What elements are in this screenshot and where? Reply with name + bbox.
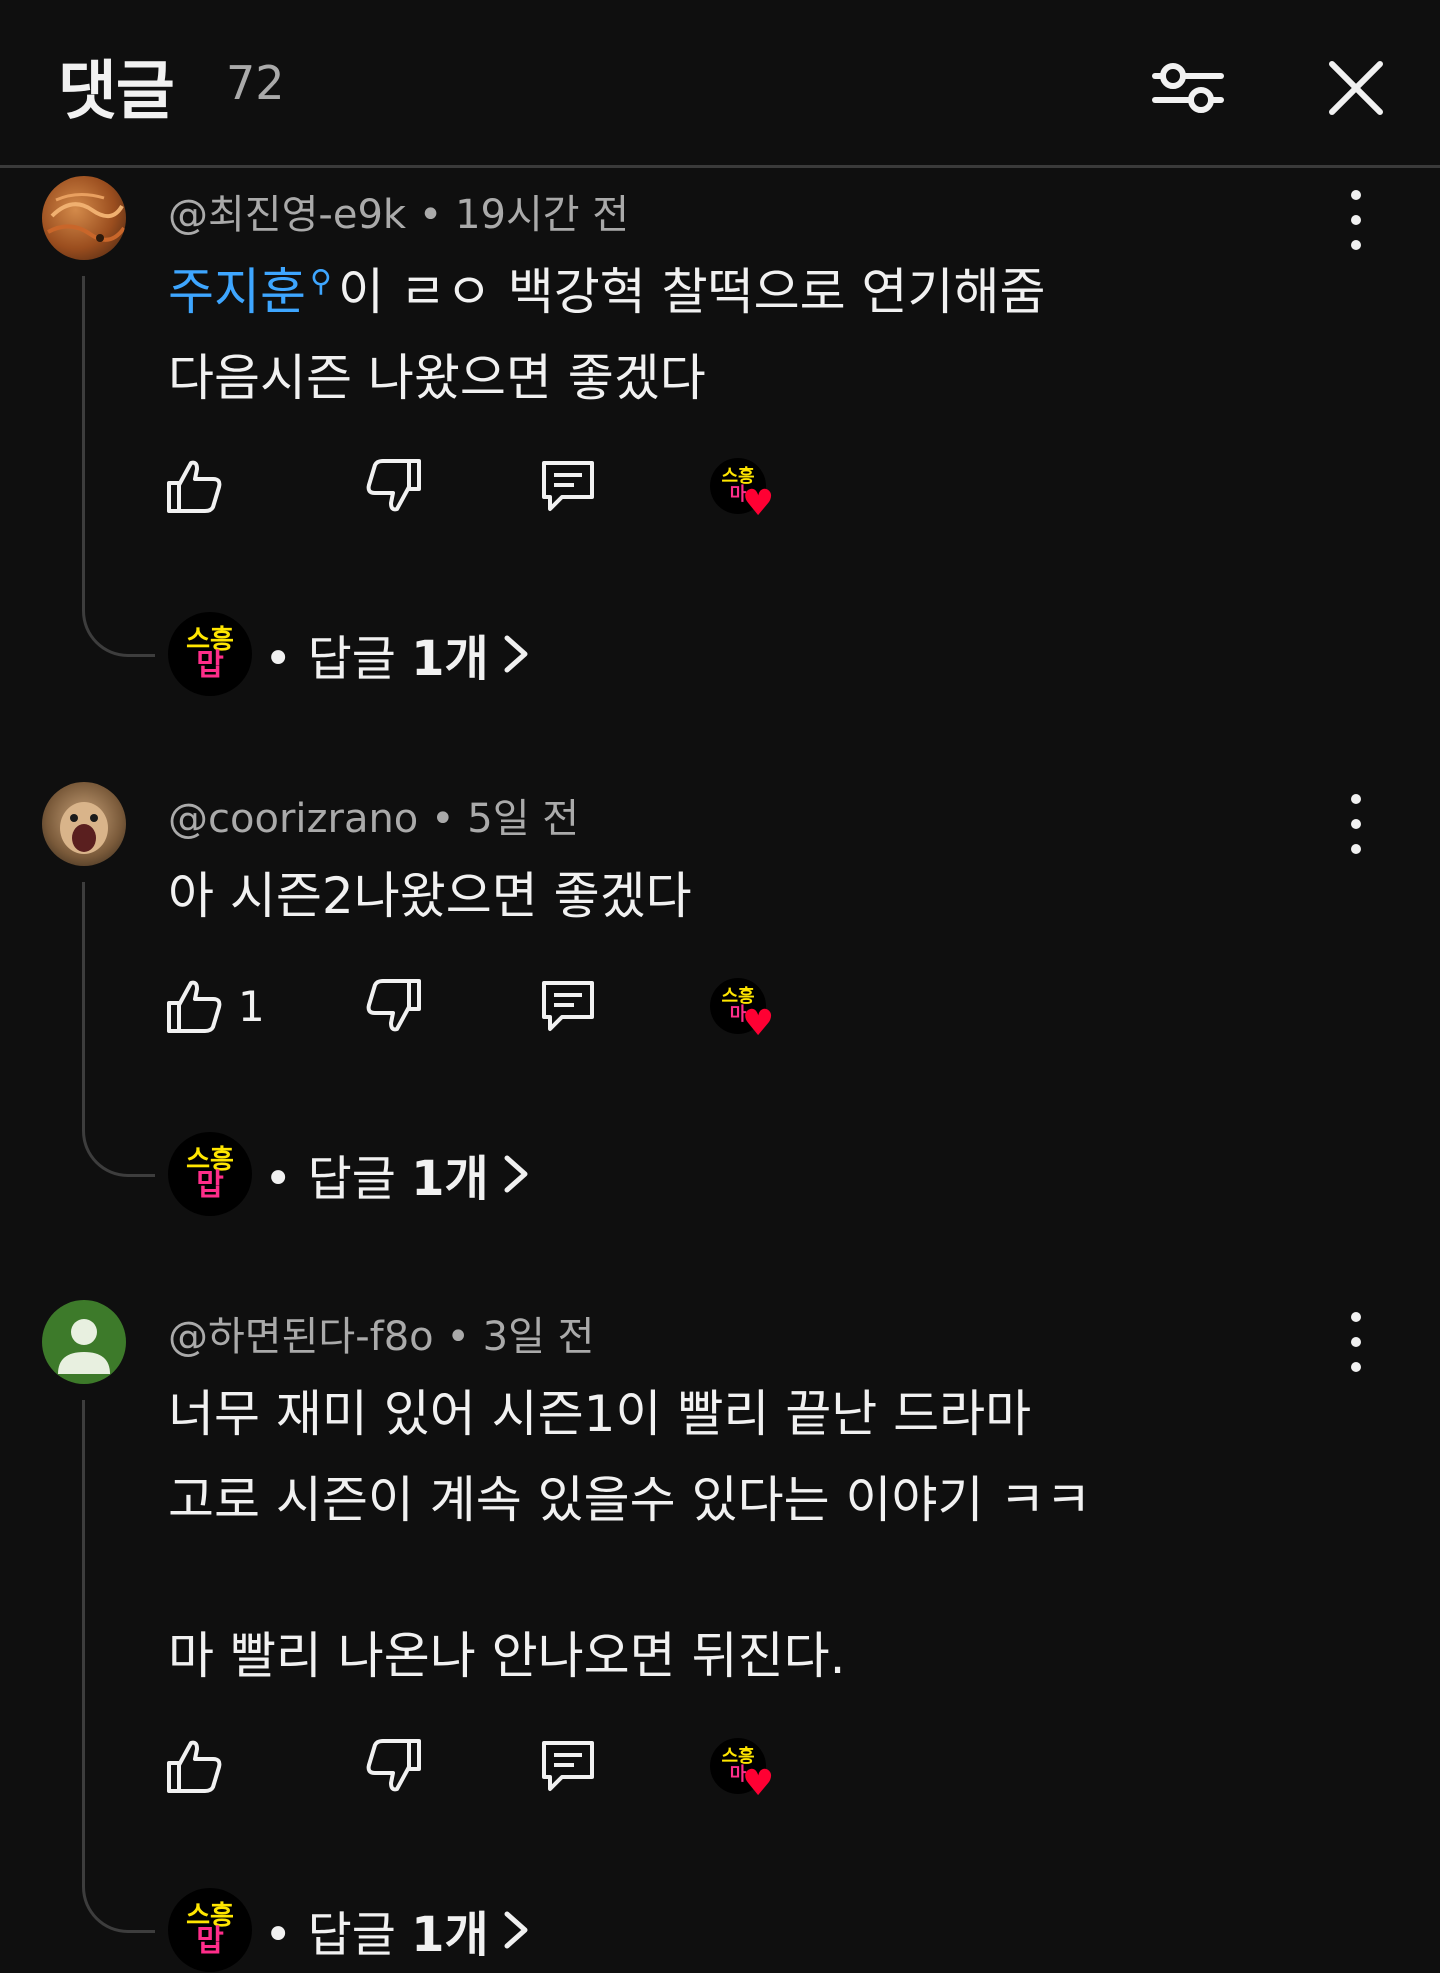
author-name[interactable]: @최진영-e9k — [168, 192, 406, 238]
reply-button[interactable] — [536, 1734, 600, 1798]
comment-meta: @최진영-e9k • 19시간 전 — [168, 182, 629, 240]
thread-line — [82, 1400, 155, 1933]
replies-toggle[interactable]: 스흥 맙 • 답글 1개 — [168, 612, 529, 696]
comment-time: • 5일 전 — [431, 796, 580, 842]
replies-label: • 답글 1개 — [264, 1907, 489, 1963]
thumbs-down-icon — [366, 1739, 421, 1792]
mention-link[interactable]: 주지훈 — [168, 263, 306, 321]
author-name[interactable]: @coorizrano — [168, 796, 418, 842]
thread-line — [82, 882, 155, 1177]
like-button[interactable] — [162, 974, 226, 1038]
food-avatar-image — [47, 193, 126, 242]
creator-heart-badge: 스흥 마 ♥ — [710, 458, 774, 522]
creator-heart-badge: 스흥 마 ♥ — [710, 1738, 774, 1802]
thumbs-down-icon — [366, 979, 421, 1032]
dislike-button[interactable] — [362, 454, 426, 518]
avatar[interactable] — [42, 1300, 126, 1384]
comment-text-line: 주지훈 ⚲ 이 ㄹㅇ 백강혁 찰떡으로 연기해줌 — [168, 263, 1046, 321]
creator-avatar: 스흥 맙 — [168, 1888, 252, 1972]
sort-filter-button[interactable] — [1148, 48, 1228, 128]
more-options-button[interactable] — [1336, 190, 1376, 250]
close-icon — [1329, 61, 1383, 115]
avatar[interactable] — [42, 176, 126, 260]
chevron-right-icon — [503, 1154, 529, 1194]
like-button[interactable] — [162, 1734, 226, 1798]
more-options-button[interactable] — [1336, 1312, 1376, 1372]
replies-label: • 답글 1개 — [264, 1151, 489, 1207]
comment-icon — [542, 1741, 594, 1791]
comment-meta: @coorizrano • 5일 전 — [168, 786, 579, 844]
close-button[interactable] — [1316, 48, 1396, 128]
heart-icon: ♥ — [742, 1003, 775, 1044]
replies-toggle[interactable]: 스흥 맙 • 답글 1개 — [168, 1132, 529, 1216]
creator-avatar: 스흥 맙 — [168, 1132, 252, 1216]
dog-avatar-image — [60, 802, 108, 854]
search-icon: ⚲ — [310, 264, 332, 300]
dislike-button[interactable] — [362, 974, 426, 1038]
comment-meta: @하면된다-f8o • 3일 전 — [168, 1304, 594, 1362]
thumbs-down-icon — [366, 459, 421, 512]
replies-toggle[interactable]: 스흥 맙 • 답글 1개 — [168, 1888, 529, 1972]
comment-text-line: 고로 시즌이 계속 있을수 있다는 이야기 ㅋㅋ — [168, 1471, 1092, 1529]
sliders-icon — [1152, 63, 1224, 113]
default-user-icon — [58, 1319, 110, 1374]
comment-icon — [542, 981, 594, 1031]
dislike-button[interactable] — [362, 1734, 426, 1798]
thumbs-up-icon — [167, 460, 222, 513]
chevron-right-icon — [503, 634, 529, 674]
more-options-button[interactable] — [1336, 794, 1376, 854]
comment-text-line: 마 빨리 나온나 안나오면 뒤진다. — [168, 1627, 846, 1685]
comment-time: • 3일 전 — [446, 1314, 595, 1360]
reply-button[interactable] — [536, 454, 600, 518]
chevron-right-icon — [503, 1910, 529, 1950]
creator-heart-badge: 스흥 마 ♥ — [710, 978, 774, 1042]
comments-count: 72 — [226, 56, 285, 110]
heart-icon: ♥ — [742, 1763, 775, 1804]
comments-header: 댓글 72 — [0, 0, 1440, 168]
comment-text-line: 다음시즌 나왔으면 좋겠다 — [168, 349, 706, 407]
comment-icon — [542, 461, 594, 511]
like-button[interactable] — [162, 454, 226, 518]
comment-text-line: 너무 재미 있어 시즌1이 빨리 끝난 드라마 — [168, 1385, 1032, 1443]
replies-label: • 답글 1개 — [264, 631, 489, 687]
comment-text-line: 아 시즌2나왔으면 좋겠다 — [168, 867, 692, 925]
heart-icon: ♥ — [742, 483, 775, 524]
comments-title: 댓글 — [58, 55, 175, 129]
creator-avatar: 스흥 맙 — [168, 612, 252, 696]
thread-line — [82, 276, 155, 657]
reply-button[interactable] — [536, 974, 600, 1038]
comment-time: • 19시간 전 — [418, 192, 630, 238]
like-count: 1 — [238, 982, 265, 1031]
author-name[interactable]: @하면된다-f8o — [168, 1314, 434, 1360]
thumbs-up-icon — [167, 980, 222, 1033]
avatar[interactable] — [42, 782, 126, 866]
thumbs-up-icon — [167, 1740, 222, 1793]
